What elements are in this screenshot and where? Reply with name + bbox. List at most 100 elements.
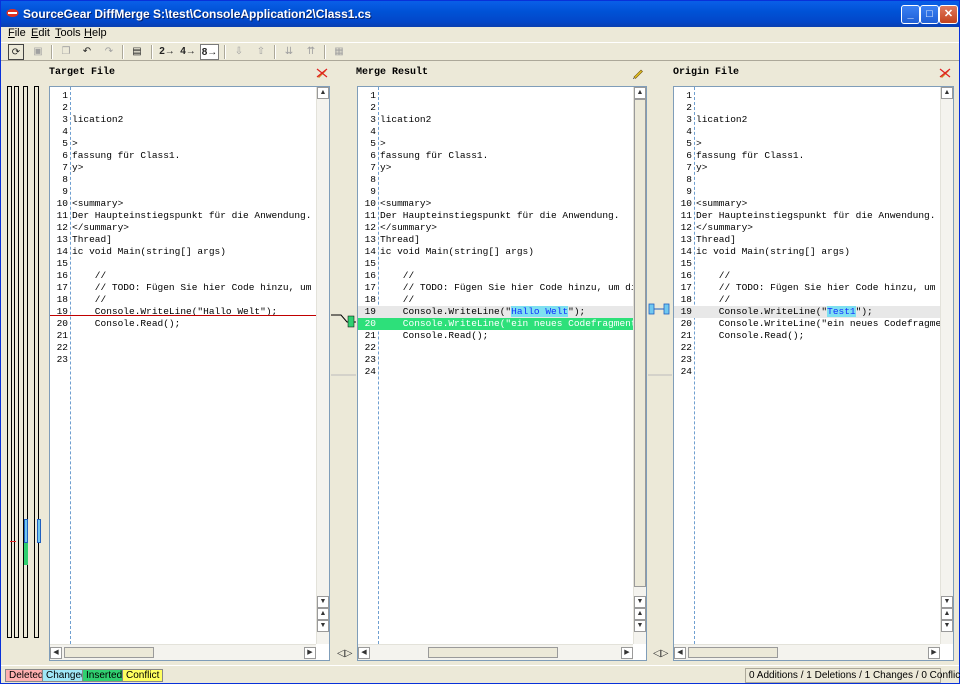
code-line[interactable]: 21 Console.Read(); <box>358 330 633 342</box>
copy-icon[interactable]: ❐ <box>58 44 74 60</box>
code-line[interactable]: 14 ic void Main(string[] args) <box>50 246 316 258</box>
code-line[interactable]: 10 <summary> <box>50 198 316 210</box>
code-line[interactable]: 3 lication2 <box>50 114 316 126</box>
origin-pane[interactable]: 1 2 3 lication2 4 5 >6 fassung für Class1. 7 y> 8 9… <box>673 86 954 661</box>
code-line[interactable]: 11 Der Haupteinstiegspunkt für die Anwend… <box>674 210 940 222</box>
scroll-up-button[interactable]: ▲ <box>941 87 953 99</box>
title-bar[interactable]: SourceGear DiffMerge S:\test\ConsoleAppl… <box>1 1 959 27</box>
code-line[interactable]: 8 <box>674 174 940 186</box>
target-hscroll[interactable]: ◀ ▶ <box>50 644 316 660</box>
scroll-down-small-button[interactable]: ▼ <box>634 620 646 632</box>
scroll-down-small-button[interactable]: ▼ <box>317 620 329 632</box>
code-line[interactable]: 19 Console.WriteLine("Test1"); <box>674 306 940 318</box>
scroll-down-button[interactable]: ▼ <box>634 596 646 608</box>
code-line[interactable]: 3 lication2 <box>674 114 940 126</box>
properties-icon[interactable]: ▤ <box>129 44 145 60</box>
code-line[interactable]: 18 // <box>674 294 940 306</box>
code-line[interactable]: 6 fassung für Class1. <box>50 150 316 162</box>
code-line[interactable]: 15 <box>674 258 940 270</box>
redo-icon[interactable]: ↷ <box>101 44 117 60</box>
code-line[interactable]: 12 </summary> <box>358 222 633 234</box>
origin-vscroll[interactable]: ▲ ▼ ▲ ▼ <box>940 87 953 644</box>
maximize-button[interactable]: □ <box>920 5 939 24</box>
code-line[interactable]: 10 <summary> <box>674 198 940 210</box>
code-line[interactable]: 19 Console.WriteLine("Hallo Welt"); <box>50 306 316 318</box>
save-icon[interactable]: ▣ <box>30 44 46 60</box>
merge-arrows-icon[interactable]: ◁▷ <box>337 648 352 659</box>
target-editor[interactable]: 1 2 3 lication2 4 5 >6 fassung für Class1. 7 y> 8 9… <box>50 87 316 644</box>
pencil-disabled-icon[interactable] <box>316 67 328 79</box>
code-line[interactable]: 11 Der Haupteinstiegspunkt für die Anwend… <box>358 210 633 222</box>
code-line[interactable]: 15 <box>358 258 633 270</box>
code-line[interactable]: 7 y> <box>674 162 940 174</box>
code-line[interactable]: 18 // <box>358 294 633 306</box>
code-line[interactable]: 12 </summary> <box>674 222 940 234</box>
code-line[interactable]: 14 ic void Main(string[] args) <box>358 246 633 258</box>
code-line[interactable]: 17 // TODO: Fügen Sie hier Code hinzu, u… <box>358 282 633 294</box>
code-line[interactable]: 20 Console.WriteLine("ein neues Codefrag… <box>674 318 940 330</box>
code-line[interactable]: 1 <box>50 90 316 102</box>
code-line[interactable]: 14 ic void Main(string[] args) <box>674 246 940 258</box>
menu-file[interactable]: File <box>8 27 26 39</box>
code-line[interactable]: 16 // <box>50 270 316 282</box>
2-way-icon[interactable]: 2→ <box>158 44 176 60</box>
merge-arrows-icon[interactable]: ◁▷ <box>653 648 668 659</box>
code-line[interactable]: 5 > <box>674 138 940 150</box>
hscroll-thumb[interactable] <box>688 647 778 658</box>
code-line[interactable]: 17 // TODO: Fügen Sie hier Code hinzu, u… <box>674 282 940 294</box>
code-line[interactable]: 2 <box>674 102 940 114</box>
code-line[interactable]: 8 <box>50 174 316 186</box>
code-line[interactable]: 4 <box>50 126 316 138</box>
4-way-icon[interactable]: 4→ <box>179 44 197 60</box>
hscroll-thumb[interactable] <box>64 647 154 658</box>
code-line[interactable]: 6 fassung für Class1. <box>358 150 633 162</box>
scroll-up-small-button[interactable]: ▲ <box>317 608 329 620</box>
scroll-left-button[interactable]: ◀ <box>358 647 370 659</box>
code-line[interactable]: 9 <box>358 186 633 198</box>
code-line[interactable]: 3 lication2 <box>358 114 633 126</box>
next-change-icon[interactable]: ⇩ <box>231 44 247 60</box>
code-line[interactable]: 2 <box>50 102 316 114</box>
next-conflict-icon[interactable]: ⇊ <box>281 44 297 60</box>
code-line[interactable]: 9 <box>50 186 316 198</box>
code-line[interactable]: 22 <box>50 342 316 354</box>
menu-tools[interactable]: Tools <box>55 27 81 39</box>
code-line[interactable]: 11 Der Haupteinstiegspunkt für die Anwend… <box>50 210 316 222</box>
code-line[interactable]: 20 Console.Read(); <box>50 318 316 330</box>
code-line[interactable]: 24 <box>674 366 940 378</box>
scroll-down-button[interactable]: ▼ <box>317 596 329 608</box>
code-line[interactable]: 23 <box>50 354 316 366</box>
scroll-right-button[interactable]: ▶ <box>621 647 633 659</box>
code-line[interactable]: 13 Thread] <box>358 234 633 246</box>
menu-help[interactable]: Help <box>84 27 107 39</box>
8-way-icon[interactable]: 8→ <box>200 44 219 60</box>
merge-vscroll[interactable]: ▲ ▼ ▲ ▼ <box>633 87 646 644</box>
scroll-left-button[interactable]: ◀ <box>50 647 62 659</box>
code-line[interactable]: 5 > <box>50 138 316 150</box>
undo-icon[interactable]: ↶ <box>79 44 95 60</box>
scroll-down-small-button[interactable]: ▼ <box>941 620 953 632</box>
prev-conflict-icon[interactable]: ⇈ <box>303 44 319 60</box>
code-line[interactable]: 24 <box>358 366 633 378</box>
minimize-button[interactable]: _ <box>901 5 920 24</box>
code-line[interactable]: 17 // TODO: Fügen Sie hier Code hinzu, u… <box>50 282 316 294</box>
code-line[interactable]: 12 </summary> <box>50 222 316 234</box>
code-line[interactable]: 23 <box>674 354 940 366</box>
menu-edit[interactable]: Edit <box>31 27 50 39</box>
target-vscroll[interactable]: ▲ ▼ ▲ ▼ <box>316 87 329 644</box>
code-line[interactable]: 22 <box>358 342 633 354</box>
scroll-up-small-button[interactable]: ▲ <box>941 608 953 620</box>
code-line[interactable]: 4 <box>358 126 633 138</box>
vscroll-thumb[interactable] <box>634 99 646 587</box>
merge-editor[interactable]: 1 2 3 lication2 4 5 >6 fassung für Class1. 7 y> 8 9… <box>358 87 633 644</box>
code-line[interactable]: 21 Console.Read(); <box>674 330 940 342</box>
code-line[interactable]: 9 <box>674 186 940 198</box>
code-line[interactable]: 21 <box>50 330 316 342</box>
origin-editor[interactable]: 1 2 3 lication2 4 5 >6 fassung für Class1. 7 y> 8 9… <box>674 87 940 644</box>
code-line[interactable]: 19 Console.WriteLine("Hallo Welt"); <box>358 306 633 318</box>
code-line[interactable]: 16 // <box>674 270 940 282</box>
code-line[interactable]: 10 <summary> <box>358 198 633 210</box>
code-line[interactable]: 8 <box>358 174 633 186</box>
scroll-left-button[interactable]: ◀ <box>674 647 686 659</box>
merge-hscroll[interactable]: ◀ ▶ <box>358 644 633 660</box>
